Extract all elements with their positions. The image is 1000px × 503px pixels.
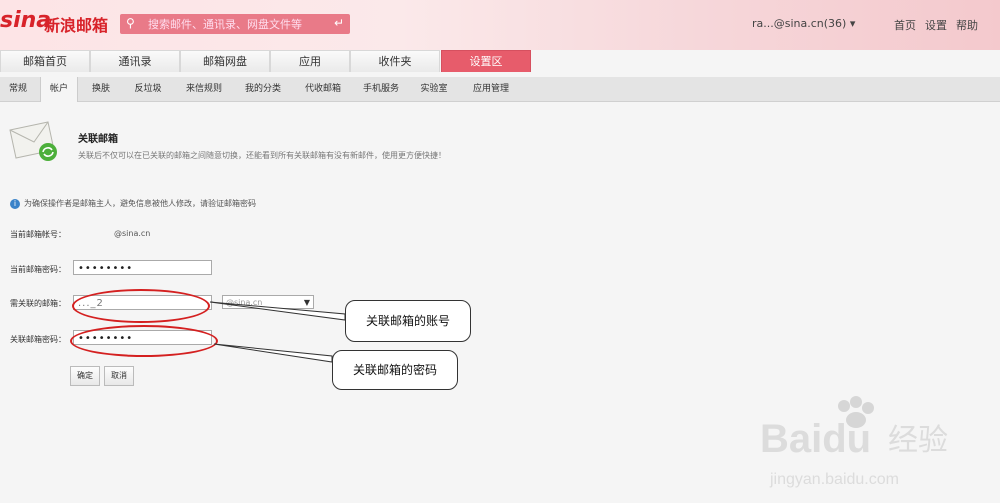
watermark-cn: 经验: [888, 423, 948, 458]
watermark-brand: Baidu: [760, 417, 871, 461]
callout-linked-account: 关联邮箱的账号: [345, 300, 471, 342]
watermark-url: jingyan.baidu.com: [769, 471, 899, 488]
callout-linked-password: 关联邮箱的密码: [332, 350, 458, 390]
baidu-jingyan-watermark: Baidu 经验 jingyan.baidu.com: [760, 396, 948, 488]
